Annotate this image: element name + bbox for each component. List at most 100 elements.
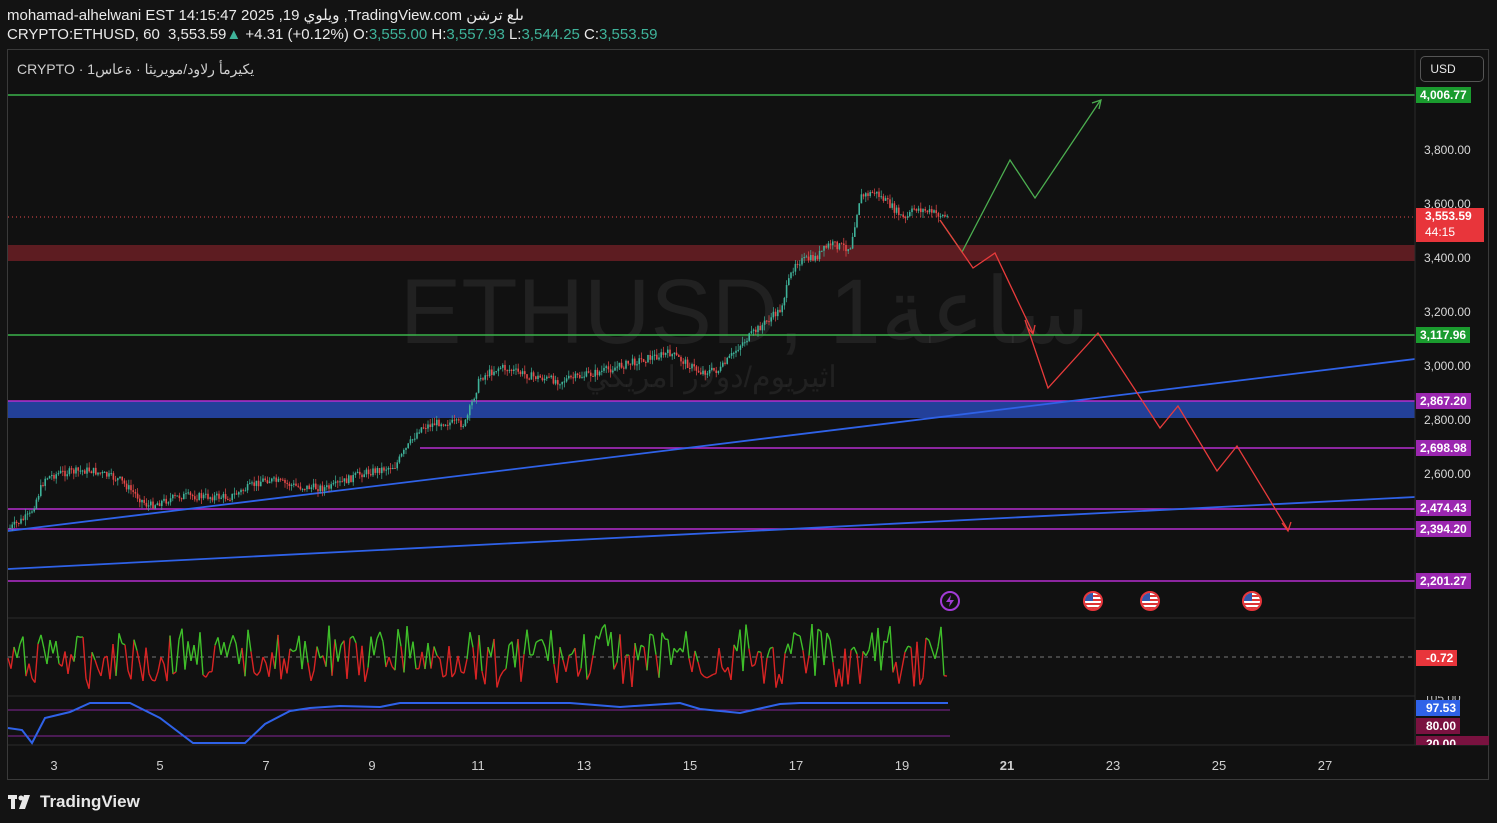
oscillator-segment	[547, 630, 552, 661]
oscillator-segment	[799, 635, 804, 651]
oscillator-segment	[493, 638, 498, 688]
oscillator-segment	[757, 650, 762, 653]
candle-body	[33, 508, 35, 512]
bearish-projection-path-1	[939, 219, 1034, 334]
candle-body	[356, 471, 359, 474]
candle-body	[667, 349, 669, 353]
candle-body	[561, 381, 563, 385]
candle-body	[598, 371, 601, 376]
candle-body	[282, 479, 284, 481]
candle-body	[266, 480, 269, 484]
candle-body	[257, 480, 260, 487]
oscillator-segment	[667, 639, 672, 665]
candle-body	[317, 489, 319, 492]
candle-body	[484, 375, 486, 380]
oscillator-segment	[748, 648, 753, 667]
candle-body	[935, 210, 937, 214]
candle-body	[108, 473, 110, 477]
oscillator-segment	[301, 641, 306, 670]
candle-body	[939, 216, 942, 218]
oscillator-segment	[280, 658, 285, 680]
candle-body	[634, 358, 636, 366]
oscillator-segment	[616, 634, 621, 663]
price-tick-3200: 3,200.00	[1424, 305, 1471, 319]
price-tag-2474: 2,474.43	[1416, 500, 1471, 516]
candle-body	[455, 419, 458, 421]
chart-canvas[interactable]	[0, 0, 1497, 823]
tradingview-logo[interactable]: TradingView	[8, 792, 140, 812]
candle-body	[612, 370, 614, 373]
candle-body	[524, 371, 526, 375]
candle-body	[284, 479, 286, 483]
oscillator-segment	[394, 629, 399, 671]
candle-body	[792, 271, 794, 273]
oscillator-value-tag: -0.72	[1416, 650, 1458, 666]
candle-body	[728, 355, 731, 358]
candle-body	[458, 419, 460, 421]
legend-title[interactable]: CRYPTO · يكيرمأ رلاود/مويريثا · ةعاس1	[17, 61, 254, 78]
candle-body	[220, 497, 222, 499]
candle-body	[411, 439, 414, 441]
oscillator-segment	[844, 648, 849, 685]
candle-body	[158, 503, 161, 507]
candle-body	[761, 324, 764, 331]
candle-body	[493, 371, 495, 375]
candle-body	[741, 342, 744, 346]
time-label: 13	[576, 758, 592, 773]
candle-body	[183, 493, 185, 500]
price-tick-2600: 2,600.00	[1424, 467, 1471, 481]
candle-body	[572, 377, 574, 379]
candle-body	[95, 467, 97, 475]
candle-body	[194, 496, 196, 500]
candle-body	[563, 381, 566, 383]
candle-body	[891, 203, 893, 208]
candle-body	[79, 470, 82, 472]
oscillator-segment	[841, 648, 846, 687]
price-tag-3117: 3,117.96	[1416, 327, 1471, 343]
candle-body	[825, 245, 827, 248]
oscillator-segment	[940, 626, 945, 676]
candle-body	[858, 203, 860, 215]
candle-body	[167, 502, 170, 504]
candle-body	[249, 482, 251, 484]
candle-body	[834, 241, 836, 243]
candle-body	[304, 488, 306, 490]
oscillator-segment	[574, 648, 579, 677]
candle-body	[370, 474, 372, 476]
oscillator-segment	[385, 656, 390, 668]
oscillator-segment	[556, 647, 561, 683]
candle-body	[715, 370, 717, 374]
candle-body	[119, 476, 121, 479]
oscillator-segment	[205, 671, 210, 678]
oscillator-segment	[331, 639, 336, 676]
candle-body	[125, 483, 128, 490]
candle-body	[832, 241, 834, 246]
candle-body	[328, 485, 330, 489]
candle-body	[504, 364, 506, 371]
us-flag-event-icon[interactable]	[1140, 591, 1160, 611]
candle-body	[112, 473, 115, 480]
candle-body	[154, 505, 156, 509]
candle-body	[840, 243, 843, 245]
oscillator-segment	[328, 625, 333, 676]
currency-button[interactable]: USD	[1420, 56, 1484, 82]
candle-body	[629, 363, 632, 365]
oscillator-segment	[298, 635, 303, 670]
oscillator-segment	[175, 639, 180, 672]
oscillator-segment	[496, 676, 501, 688]
candle-body	[117, 478, 119, 481]
us-flag-event-icon[interactable]	[1083, 591, 1103, 611]
candle-body	[88, 467, 90, 472]
candle-body	[609, 369, 612, 373]
oscillator-segment	[223, 642, 228, 657]
oscillator-segment	[829, 639, 834, 663]
candle-body	[35, 499, 38, 509]
oscillator-segment	[823, 632, 828, 666]
candle-body	[264, 478, 266, 481]
lightning-event-icon[interactable]	[940, 591, 960, 611]
oscillator-segment	[55, 640, 60, 664]
candle-body	[876, 191, 878, 194]
oscillator-segment	[157, 657, 162, 672]
candle-body	[750, 331, 753, 334]
us-flag-event-icon[interactable]	[1242, 591, 1262, 611]
